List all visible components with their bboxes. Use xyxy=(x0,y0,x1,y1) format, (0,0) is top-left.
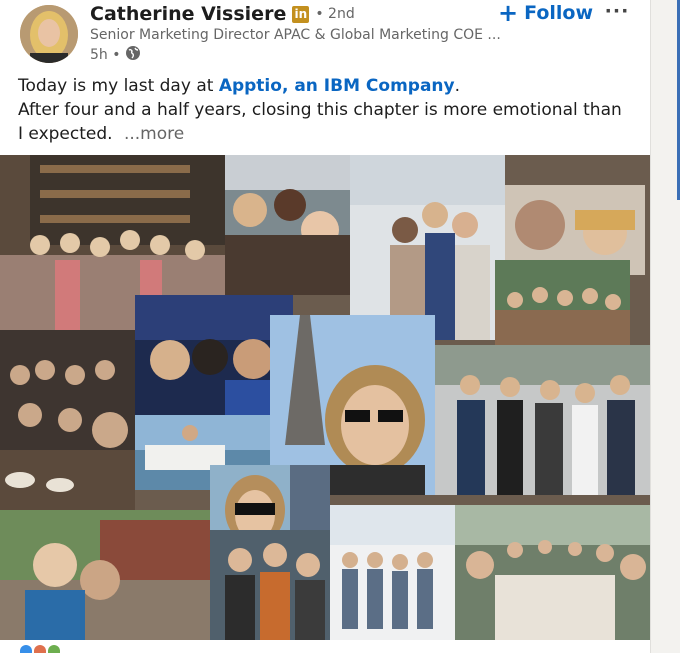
reaction-icons[interactable] xyxy=(20,645,60,653)
see-more-link[interactable]: ...more xyxy=(124,124,184,144)
ellipsis-icon[interactable]: ··· xyxy=(603,0,631,24)
author-headline: Senior Marketing Director APAC & Global … xyxy=(90,27,501,43)
company-mention-link[interactable]: Apptio, an IBM Company xyxy=(219,76,455,96)
celebrate-icon xyxy=(34,645,46,653)
post-meta: 5h • xyxy=(90,45,141,65)
post-text: Today is my last day at Apptio, an IBM C… xyxy=(18,74,628,146)
connection-degree: • 2nd xyxy=(315,6,355,22)
collage-photo-three-friends xyxy=(225,155,350,295)
collage-photo-office-group xyxy=(435,345,650,495)
follow-label: Follow xyxy=(524,2,594,24)
photo-collage[interactable] xyxy=(0,155,650,640)
collage-photo-conference-booth xyxy=(330,505,455,640)
collage-photo-dinner-table xyxy=(495,260,630,345)
collage-photo-office-trio xyxy=(350,155,505,340)
author-name-row: Catherine Vissiere in • 2nd xyxy=(90,3,355,25)
collage-photo-friends-outdoor xyxy=(210,530,330,640)
plus-icon: + xyxy=(498,0,519,27)
linkedin-premium-icon: in xyxy=(292,5,310,23)
post-text-suffix: . xyxy=(454,76,461,96)
post-card: Catherine Vissiere in • 2nd Senior Marke… xyxy=(0,0,651,653)
post-text-line2: After four and a half years, closing thi… xyxy=(18,100,622,144)
post-time: 5h • xyxy=(90,47,121,63)
post-text-prefix: Today is my last day at xyxy=(18,76,219,96)
collage-photo-restaurant-group xyxy=(0,330,135,510)
follow-button[interactable]: + Follow xyxy=(498,0,593,26)
author-avatar[interactable] xyxy=(20,5,78,63)
globe-icon xyxy=(125,45,141,65)
like-icon xyxy=(20,645,32,653)
collage-photo-long-dinner xyxy=(455,505,650,640)
author-name[interactable]: Catherine Vissiere xyxy=(90,3,286,25)
page-scrollbar[interactable] xyxy=(651,0,680,653)
support-icon xyxy=(48,645,60,653)
collage-photo-lakehouse-selfie xyxy=(0,510,210,640)
